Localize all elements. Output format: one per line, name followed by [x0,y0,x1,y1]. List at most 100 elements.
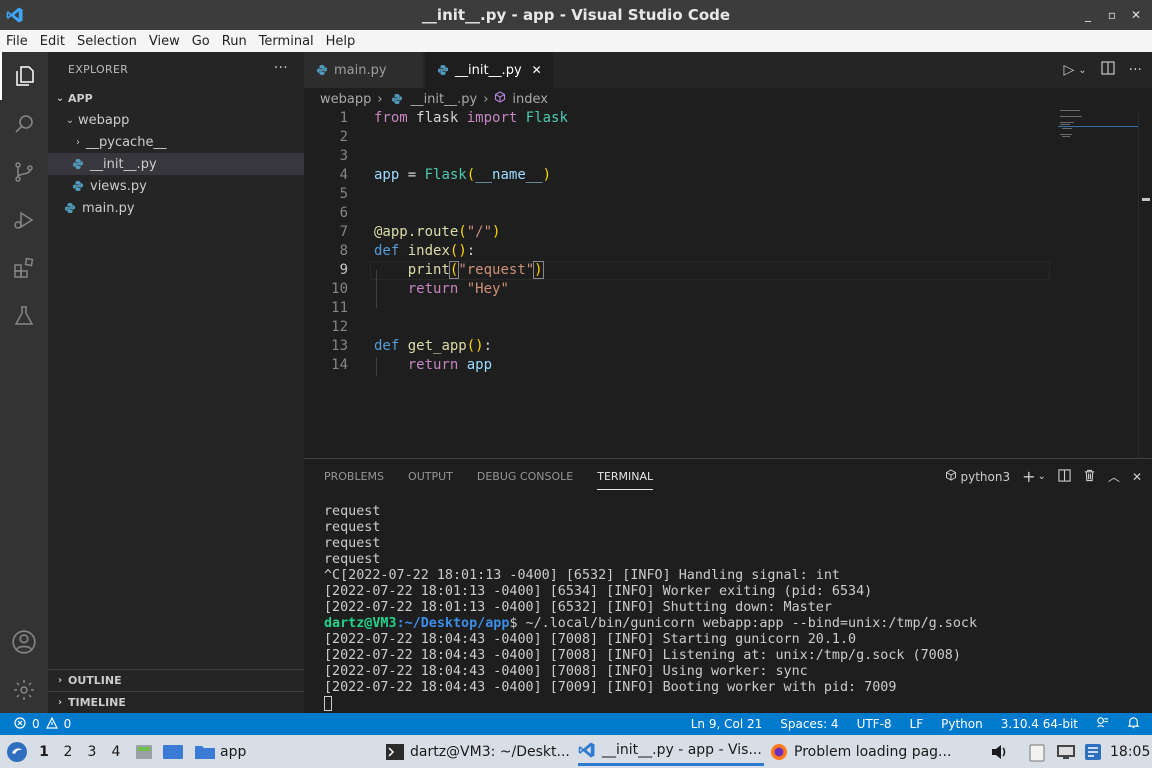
new-terminal-plus-icon[interactable]: + [1022,467,1035,486]
indentation[interactable]: Spaces: 4 [780,717,838,731]
show-desktop-icon[interactable] [162,735,184,768]
code-line: 1 from flask import Flask [304,110,1152,129]
menu-file[interactable]: File [0,34,34,49]
settings-gear-icon[interactable] [0,666,48,714]
error-count: 0 [32,717,40,731]
terminal-line: ^C[2022-07-22 18:01:13 -0400] [6532] [IN… [324,568,840,583]
end-of-line[interactable]: LF [910,717,924,731]
menu-view[interactable]: View [143,34,186,49]
code-line: 10 return "Hey" [304,281,1152,300]
clipboard-icon[interactable] [1028,735,1046,768]
menu-selection[interactable]: Selection [71,34,143,49]
file-label: main.py [82,200,135,216]
more-actions-icon[interactable]: ··· [274,60,288,76]
folder-webapp[interactable]: ⌄ webapp [48,109,304,131]
token: Flask [424,167,467,183]
terminal-shell-name[interactable]: python3 [961,470,1011,484]
file-init-py[interactable]: __init__.py [48,153,304,175]
code-editor[interactable]: 1 from flask import Flask 2 3 4 app = Fl… [304,110,1152,458]
run-python-file-icon[interactable]: ▷ [1063,62,1074,78]
folder-root-app[interactable]: ⌄ APP [48,87,304,109]
code-line: 9 print("request") [304,261,1152,281]
search-icon[interactable] [0,100,48,148]
trash-icon[interactable] [1083,469,1096,485]
minimap[interactable] [1058,110,1138,150]
tab-debug-console[interactable]: DEBUG CONSOLE [477,470,573,483]
tab-output[interactable]: OUTPUT [408,470,453,483]
editor-scrollbar[interactable] [1138,110,1152,458]
task-vscode[interactable]: __init__.py - app - Vis... [578,737,764,766]
tab-main-py[interactable]: main.py [304,52,424,88]
start-menu-icon[interactable] [6,735,28,768]
breadcrumb-folder[interactable]: webapp [320,92,371,107]
workspace-4[interactable]: 4 [104,735,128,768]
tab-problems[interactable]: PROBLEMS [324,470,384,483]
close-tab-icon[interactable]: ✕ [532,63,542,77]
notifications-icon[interactable] [1084,735,1102,768]
breadcrumb-file[interactable]: __init__.py [411,92,478,107]
account-icon[interactable] [0,618,48,666]
workspace-3[interactable]: 3 [80,735,104,768]
outline-section[interactable]: › OUTLINE [48,669,304,691]
token: app [374,167,400,183]
notifications-bell-icon[interactable] [1127,716,1140,732]
problems-status[interactable]: 0 0 [14,716,71,732]
run-debug-icon[interactable] [0,196,48,244]
tab-terminal[interactable]: TERMINAL [597,463,654,490]
terminal-line: [2022-07-22 18:01:13 -0400] [6534] [INFO… [324,584,873,599]
task-firefox[interactable]: Problem loading pag... [770,737,956,766]
menu-run[interactable]: Run [216,34,253,49]
menu-go[interactable]: Go [186,34,216,49]
close-window-button[interactable]: ✕ [1126,8,1146,22]
explorer-icon[interactable] [0,52,48,100]
source-control-icon[interactable] [0,148,48,196]
testing-flask-icon[interactable] [0,292,48,340]
chevron-up-icon[interactable]: ︿ [1108,468,1120,485]
cursor-position[interactable]: Ln 9, Col 21 [691,717,763,731]
network-icon[interactable] [1056,735,1076,768]
clock[interactable]: 18:05 [1110,735,1150,768]
more-actions-icon[interactable]: ··· [1129,62,1142,78]
chevron-right-icon: › [76,136,80,148]
menu-edit[interactable]: Edit [34,34,71,49]
workspace-2[interactable]: 2 [56,735,80,768]
split-editor-icon[interactable] [1101,61,1115,79]
folder-pycache[interactable]: › __pycache__ [48,131,304,153]
encoding[interactable]: UTF-8 [857,717,892,731]
chevron-down-icon[interactable]: ⌄ [1038,471,1046,482]
root-folder-label: APP [68,91,93,105]
breadcrumb: webapp › __init__.py › index [304,88,1152,110]
maximize-button[interactable]: ▫ [1102,8,1122,22]
workspace-1[interactable]: 1 [32,735,56,768]
close-panel-icon[interactable]: ✕ [1132,470,1142,484]
breadcrumb-separator: › [483,91,489,107]
token: "/" [466,224,493,240]
task-folder-app[interactable]: app [194,735,246,768]
tab-init-py[interactable]: __init__.py ✕ [425,52,553,88]
prompt-path: :~/Desktop/app [396,616,510,631]
prompt-user: dartz@VM3 [324,616,397,631]
token: def [374,243,400,259]
code-line: 8 def index(): [304,243,1152,262]
split-terminal-icon[interactable] [1058,468,1071,485]
task-terminal[interactable]: dartz@VM3: ~/Deskt... [386,737,572,766]
file-label: views.py [90,178,147,194]
terminal-line: request [324,552,381,567]
menu-help[interactable]: Help [320,34,362,49]
menu-terminal[interactable]: Terminal [253,34,320,49]
tab-label: __init__.py [455,62,522,78]
file-views-py[interactable]: views.py [48,175,304,197]
minimize-button[interactable]: _ [1078,8,1098,22]
feedback-icon[interactable] [1096,716,1109,732]
volume-icon[interactable] [990,735,1008,768]
chevron-down-icon[interactable]: ⌄ [1078,65,1086,76]
breadcrumb-symbol[interactable]: index [512,92,548,107]
line-number: 5 [339,186,348,202]
timeline-section[interactable]: › TIMELINE [48,691,304,713]
file-main-py[interactable]: main.py [48,197,304,219]
file-manager-icon[interactable] [134,735,154,768]
language-mode[interactable]: Python [941,717,983,731]
python-interpreter[interactable]: 3.10.4 64-bit [1001,717,1078,731]
terminal-output[interactable]: request request request request ^C[2022-07-2… [324,504,977,713]
extensions-icon[interactable] [0,244,48,292]
